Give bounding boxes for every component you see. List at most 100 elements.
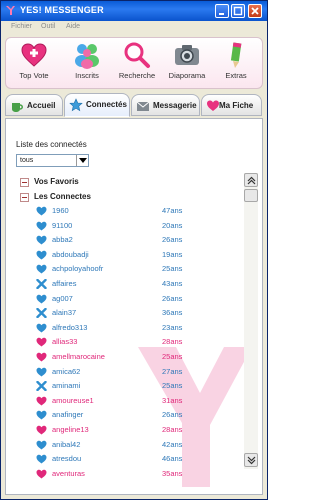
user-row[interactable]: anibal42 42ans	[36, 439, 244, 451]
user-name: achpoloyahoofr	[52, 264, 104, 274]
heart-female-icon	[36, 352, 47, 362]
select-dropdown-button[interactable]	[76, 155, 88, 166]
minimize-button[interactable]	[215, 4, 229, 18]
heart-male-icon	[36, 294, 47, 304]
cup-icon	[12, 103, 23, 112]
heart-male-icon	[36, 323, 47, 333]
recherche-label: Recherche	[118, 71, 156, 80]
user-name: allias33	[52, 337, 78, 347]
user-name: alfredo313	[52, 322, 88, 332]
user-name: abdoubadji	[52, 249, 89, 259]
user-row[interactable]: achpoloyahoofr 25ans	[36, 263, 244, 275]
heart-icon	[207, 100, 219, 111]
user-name: anafinger	[52, 410, 84, 420]
menu-fichier[interactable]: Fichier	[11, 23, 32, 30]
user-row[interactable]: 1960 47ans	[36, 205, 244, 217]
user-row[interactable]: allias33 28ans	[36, 336, 244, 348]
user-name: amoureuse1	[52, 395, 94, 405]
user-row[interactable]: alain37 36ans	[36, 307, 244, 319]
heart-female-icon	[36, 338, 47, 347]
scroll-thumb[interactable]	[244, 189, 258, 202]
filter-select[interactable]: tous	[16, 154, 89, 167]
user-row[interactable]: ag007 26ans	[36, 293, 244, 305]
user-age: 28ans	[162, 425, 183, 434]
user-age: 19ans	[162, 249, 183, 259]
tab-ma-fiche-label: Ma Fiche	[219, 101, 254, 110]
extras-label: Extras	[225, 71, 247, 80]
menu-outil[interactable]: Outil	[41, 23, 55, 30]
heart-male-icon	[36, 411, 47, 420]
user-row[interactable]: 91100 20ans	[36, 220, 244, 232]
user-row[interactable]: amoureuse1 31ans	[36, 395, 244, 407]
collapse-toggle-icon[interactable]	[20, 193, 29, 202]
diaporama-button[interactable]: Diaporama	[162, 41, 212, 87]
heart-male-icon	[36, 221, 47, 231]
user-row[interactable]: aminami 25ans	[36, 380, 244, 392]
user-age: 28ans	[162, 337, 183, 347]
star-icon	[69, 98, 83, 112]
menu-aide[interactable]: Aide	[66, 23, 80, 30]
main-toolbar: Top Vote Inscrits Recherche Diaporama Ex…	[5, 37, 263, 89]
user-row[interactable]: atresdou 46ans	[36, 453, 244, 465]
tab-accueil[interactable]: Accueil	[5, 94, 63, 116]
heart-male-icon	[36, 235, 47, 245]
tab-connectes[interactable]: Connectés	[64, 93, 130, 117]
chevron-down-icon	[79, 158, 87, 163]
user-row[interactable]: alfredo313 23ans	[36, 322, 244, 334]
scrollbar[interactable]	[244, 173, 258, 469]
tab-messagerie[interactable]: Messagerie	[131, 94, 200, 116]
user-row[interactable]: affaires 43ans	[36, 278, 244, 290]
double-chevron-down-icon	[247, 456, 256, 465]
extras-button[interactable]: Extras	[211, 41, 261, 87]
tab-messagerie-label: Messagerie	[153, 101, 197, 110]
filter-select-value: tous	[20, 157, 34, 164]
user-tree: Vos Favoris Les Connectes 1960 47ans 91100…	[20, 174, 244, 492]
top-vote-label: Top Vote	[19, 71, 49, 80]
title-bar[interactable]: YES! MESSENGER	[1, 1, 267, 21]
user-name: ag007	[52, 293, 73, 303]
maximize-button[interactable]	[231, 4, 245, 18]
window-title: YES! MESSENGER	[20, 5, 104, 15]
scroll-down-button[interactable]	[244, 453, 258, 467]
user-age: 26ans	[162, 235, 183, 245]
user-row[interactable]: abdoubadji 19ans	[36, 249, 244, 261]
user-name: abba2	[52, 235, 73, 245]
menu-bar: Fichier Outil Aide	[1, 21, 267, 35]
user-name: amica62	[52, 366, 81, 376]
user-age: 25ans	[162, 381, 183, 391]
double-chevron-up-icon	[247, 176, 256, 185]
heart-female-icon	[36, 469, 47, 479]
user-name: 91100	[52, 220, 73, 230]
connected-panel: Liste des connectés tous Vos Favoris Les…	[5, 118, 263, 495]
group-favorites[interactable]: Vos Favoris	[20, 176, 240, 188]
scroll-up-button[interactable]	[244, 173, 258, 187]
user-row[interactable]: anafinger 26ans	[36, 409, 244, 421]
group-connected[interactable]: Les Connectes	[20, 191, 240, 203]
minimize-icon	[219, 13, 224, 15]
user-row[interactable]: amica62 27ans	[36, 366, 244, 378]
inscrits-button[interactable]: Inscrits	[62, 41, 112, 87]
user-row[interactable]: abba2 26ans	[36, 234, 244, 246]
user-name: amellmarocaine	[52, 352, 105, 361]
diaporama-label: Diaporama	[168, 71, 206, 80]
app-logo-icon	[6, 6, 15, 15]
tab-ma-fiche[interactable]: Ma Fiche	[201, 94, 262, 116]
cross-male-icon	[36, 308, 47, 319]
user-name: angeline13	[52, 425, 89, 434]
close-button[interactable]	[248, 4, 262, 18]
user-row[interactable]: angeline13 28ans	[36, 424, 244, 436]
recherche-button[interactable]: Recherche	[112, 41, 162, 87]
user-age: 36ans	[162, 308, 183, 318]
top-vote-button[interactable]: Top Vote	[9, 41, 59, 87]
heart-female-icon	[36, 425, 47, 435]
user-age: 26ans	[162, 410, 183, 420]
heart-female-icon	[36, 396, 47, 406]
heart-male-icon	[36, 250, 47, 260]
collapse-toggle-icon[interactable]	[20, 178, 29, 187]
user-name: affaires	[52, 279, 77, 288]
user-row[interactable]: amellmarocaine 25ans	[36, 351, 244, 363]
user-row[interactable]: aventuras 35ans	[36, 468, 244, 480]
tab-strip: Accueil Connectés Messagerie Ma Fiche	[5, 93, 263, 118]
user-age: 46ans	[162, 454, 183, 464]
envelope-icon	[136, 101, 150, 111]
